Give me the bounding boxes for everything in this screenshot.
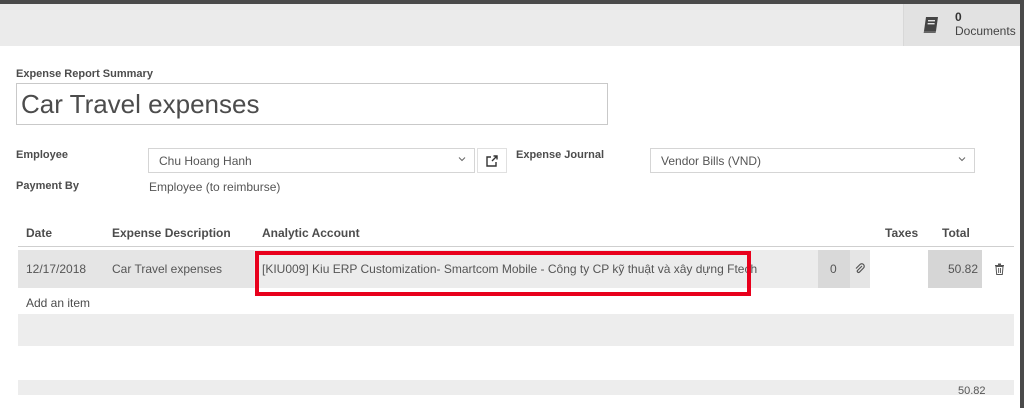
header-divider: [18, 246, 1014, 247]
row-date: 12/17/2018: [26, 262, 87, 276]
external-link-icon: [486, 155, 498, 167]
employee-select[interactable]: Chu Hoang Hanh: [148, 148, 475, 173]
empty-row: [18, 314, 1014, 346]
table-footer: [18, 380, 1014, 395]
attachment-cell[interactable]: [850, 250, 870, 288]
documents-label: Documents: [955, 24, 1016, 38]
delete-row-button[interactable]: [982, 250, 1014, 288]
trash-icon: [995, 263, 1004, 275]
quantity-cell[interactable]: 0: [818, 250, 850, 288]
col-header-description[interactable]: Expense Description: [112, 226, 231, 240]
add-item-link[interactable]: Add an item: [26, 296, 90, 310]
footer-total: 50.82: [958, 385, 986, 397]
col-header-analytic[interactable]: Analytic Account: [262, 226, 360, 240]
taxes-cell[interactable]: [870, 250, 928, 288]
payment-label: Payment By: [16, 180, 79, 192]
paperclip-icon: [855, 263, 865, 274]
top-button-bar: 0 Documents: [0, 4, 1020, 46]
documents-button[interactable]: 0 Documents: [903, 4, 1020, 46]
col-header-taxes[interactable]: Taxes: [885, 226, 918, 240]
col-header-total[interactable]: Total: [942, 226, 970, 240]
summary-value: Car Travel expenses: [21, 89, 260, 119]
row-total: 50.82: [948, 262, 979, 276]
row-description: Car Travel expenses: [112, 262, 223, 276]
expense-report-sheet: 0 Documents Expense Report Summary Car T…: [0, 4, 1020, 408]
chevron-down-icon: [458, 157, 466, 162]
summary-label: Expense Report Summary: [16, 68, 153, 80]
external-link-button[interactable]: [477, 148, 507, 173]
row-quantity: 0: [830, 262, 837, 276]
book-icon: [923, 17, 938, 33]
journal-select[interactable]: Vendor Bills (VND): [650, 148, 975, 173]
col-header-date[interactable]: Date: [26, 226, 52, 240]
total-cell[interactable]: 50.82: [928, 250, 982, 288]
payment-value: Employee (to reimburse): [149, 180, 281, 194]
documents-count: 0: [955, 10, 962, 24]
employee-value: Chu Hoang Hanh: [159, 154, 252, 168]
summary-input[interactable]: Car Travel expenses: [16, 83, 608, 125]
highlight-box: [255, 251, 751, 296]
employee-label: Employee: [16, 149, 68, 161]
journal-label: Expense Journal: [516, 149, 605, 161]
journal-value: Vendor Bills (VND): [661, 154, 762, 168]
chevron-down-icon: [958, 157, 966, 162]
